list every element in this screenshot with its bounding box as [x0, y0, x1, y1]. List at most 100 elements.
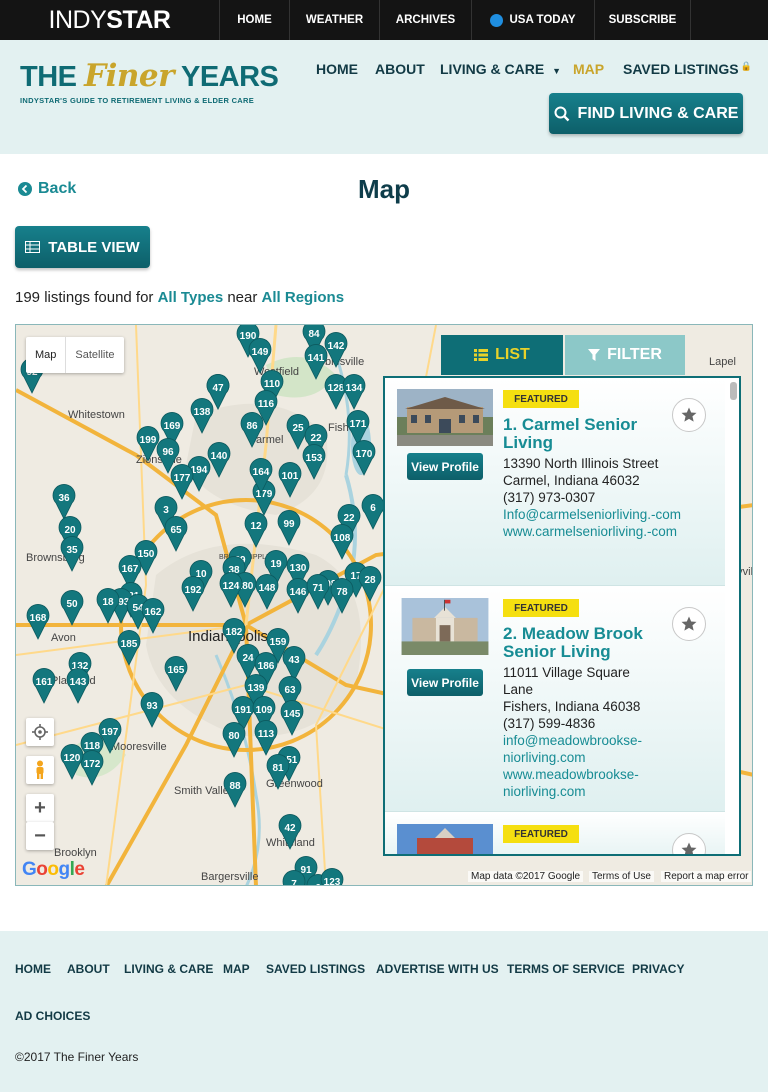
nav-saved-listings[interactable]: SAVED LISTINGS 🔒	[623, 61, 752, 77]
topnav-subscribe[interactable]: SUBSCRIBE	[595, 0, 691, 40]
list-icon	[474, 349, 489, 361]
nav-map[interactable]: MAP	[573, 61, 604, 77]
favorite-star-icon[interactable]	[672, 607, 706, 641]
nav-home[interactable]: HOME	[316, 61, 358, 77]
map-marker-label: 179	[256, 489, 273, 500]
map-terms-link[interactable]: Terms of Use	[589, 871, 654, 882]
listing-photo[interactable]	[397, 598, 493, 655]
map-marker-label: 167	[122, 564, 139, 575]
topnav-weather[interactable]: WEATHER	[290, 0, 380, 40]
tab-filter[interactable]: FILTER	[565, 335, 685, 375]
results-region-link[interactable]: All Regions	[262, 289, 345, 306]
favorite-star-icon[interactable]	[672, 398, 706, 432]
map-marker-label: 84	[308, 329, 320, 340]
map-marker-label: 199	[140, 435, 157, 446]
zoom-out-button[interactable]: −	[26, 822, 54, 850]
logo-bold: STAR	[106, 5, 171, 34]
find-living-care-button[interactable]: FIND LIVING & CARE	[549, 93, 743, 134]
map-marker-label: 113	[258, 729, 275, 740]
caret-down-icon: ▼	[552, 66, 562, 76]
nav-about[interactable]: ABOUT	[375, 61, 425, 77]
locate-icon[interactable]	[26, 718, 54, 746]
map-marker-label: 153	[306, 453, 323, 464]
favorite-star-icon[interactable]	[672, 833, 706, 854]
listing-name[interactable]: 1. Carmel Senior Living	[503, 416, 668, 452]
footer-ad-choices[interactable]: AD CHOICES	[15, 1009, 90, 1023]
pegman-icon[interactable]	[26, 756, 54, 784]
table-view-button[interactable]: TABLE VIEW	[15, 226, 150, 268]
map-marker-label: 3	[163, 505, 169, 516]
listing-card[interactable]: View Profile FEATURED 2. Meadow Brook Se…	[385, 587, 725, 812]
view-profile-button[interactable]: View Profile	[407, 669, 483, 696]
featured-badge: FEATURED	[503, 390, 579, 408]
footer-living-care[interactable]: LIVING & CARE	[124, 962, 213, 976]
listings-panel[interactable]: View Profile FEATURED 1. Carmel Senior L…	[383, 376, 741, 856]
map-marker-label: 146	[290, 587, 307, 598]
indystar-logo[interactable]: INDY STAR	[0, 0, 220, 40]
view-profile-button[interactable]: View Profile	[407, 453, 483, 480]
listings-map[interactable]: WestfieldNoblesvilleWhitestownZionsville…	[15, 324, 753, 886]
footer-advertise[interactable]: ADVERTISE WITH US	[376, 962, 499, 976]
listing-card[interactable]: FEATURED	[385, 813, 725, 856]
site-footer: HOME ABOUT LIVING & CARE MAP SAVED LISTI…	[0, 931, 768, 1092]
panel-scrollbar[interactable]	[730, 382, 737, 400]
brand-tagline: INDYSTAR'S GUIDE TO RETIREMENT LIVING & …	[20, 96, 255, 105]
table-icon	[25, 241, 41, 253]
listing-website-link[interactable]: www.carmelseniorliving.-com	[503, 523, 703, 540]
footer-about[interactable]: ABOUT	[67, 962, 110, 976]
listing-card[interactable]: View Profile FEATURED 1. Carmel Senior L…	[385, 378, 725, 586]
footer-map[interactable]: MAP	[223, 962, 250, 976]
map-marker-label: 65	[170, 525, 182, 536]
map-marker-label: 19	[270, 559, 282, 570]
map-type-map[interactable]: Map	[26, 337, 65, 373]
map-marker-label: 71	[312, 583, 324, 594]
footer-terms[interactable]: TERMS OF SERVICE	[507, 962, 625, 976]
map-marker-label: 171	[350, 419, 367, 430]
tab-list[interactable]: LIST	[441, 335, 563, 375]
footer-privacy[interactable]: PRIVACY	[632, 962, 684, 976]
topnav-home[interactable]: HOME	[220, 0, 290, 40]
nav-living-care[interactable]: LIVING & CARE ▼	[440, 61, 561, 77]
map-marker-label: 123	[324, 877, 341, 886]
map-marker-label: 88	[229, 781, 241, 792]
map-marker-label: 162	[145, 607, 162, 618]
listing-photo[interactable]	[397, 824, 493, 856]
map-marker-label: 12	[250, 521, 262, 532]
listing-email-link[interactable]: info@meadowbrookse-niorliving.com	[503, 732, 658, 766]
map-type-satellite[interactable]: Satellite	[65, 337, 123, 373]
logo-thin: INDY	[48, 5, 107, 34]
map-marker-label: 128	[328, 383, 345, 394]
nav-living-care-label: LIVING & CARE	[440, 61, 545, 77]
footer-home[interactable]: HOME	[15, 962, 51, 976]
google-logo: Google	[22, 859, 85, 880]
map-marker-label: 86	[246, 421, 258, 432]
map-marker-label: 197	[102, 727, 119, 738]
map-place-label: Brooklyn	[54, 847, 97, 859]
listing-email-link[interactable]: Info@carmelseniorliving.-com	[503, 506, 703, 523]
listing-address1: 13390 North Illinois Street	[503, 456, 659, 471]
map-marker-label: 101	[282, 471, 299, 482]
map-marker-label: 165	[168, 665, 185, 676]
map-marker-label: 168	[30, 613, 47, 624]
map-marker-label: 139	[248, 683, 265, 694]
results-middle: near	[223, 289, 262, 306]
zoom-in-button[interactable]: +	[26, 794, 54, 822]
map-marker[interactable]: 123	[320, 868, 344, 886]
footer-saved-listings[interactable]: SAVED LISTINGS	[266, 962, 365, 976]
map-marker-label: 78	[336, 587, 348, 598]
map-marker-label: 96	[162, 447, 174, 458]
table-view-label: TABLE VIEW	[48, 238, 140, 256]
map-type-control: Map Satellite	[26, 337, 124, 373]
listing-website-link[interactable]: www.meadowbrookse-niorliving.com	[503, 766, 658, 800]
topnav-archives[interactable]: ARCHIVES	[380, 0, 472, 40]
results-type-link[interactable]: All Types	[158, 289, 224, 306]
map-report-link[interactable]: Report a map error	[661, 871, 752, 882]
listing-name[interactable]: 2. Meadow Brook Senior Living	[503, 625, 668, 661]
map-marker-label: 22	[310, 433, 322, 444]
map-place-label: Bargersville	[201, 871, 258, 883]
map-marker-label: 140	[211, 451, 228, 462]
indystar-topbar: INDY STAR HOME WEATHER ARCHIVES USA TODAY…	[0, 0, 768, 40]
listing-photo[interactable]	[397, 389, 493, 446]
topnav-usatoday[interactable]: USA TODAY	[472, 0, 595, 40]
finer-years-logo[interactable]: THE Finer YEARS INDYSTAR'S GUIDE TO RETI…	[20, 58, 279, 105]
